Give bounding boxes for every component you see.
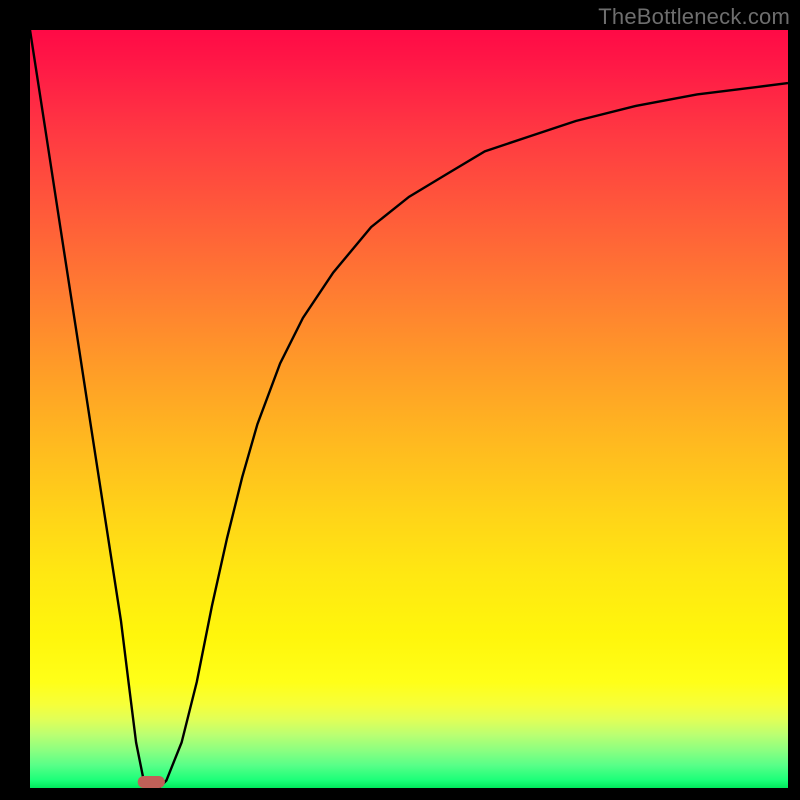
chart-frame: TheBottleneck.com <box>0 0 800 800</box>
curve-layer <box>30 30 788 788</box>
plot-area <box>30 30 788 788</box>
watermark-text: TheBottleneck.com <box>598 4 790 30</box>
bottleneck-curve <box>30 30 788 788</box>
